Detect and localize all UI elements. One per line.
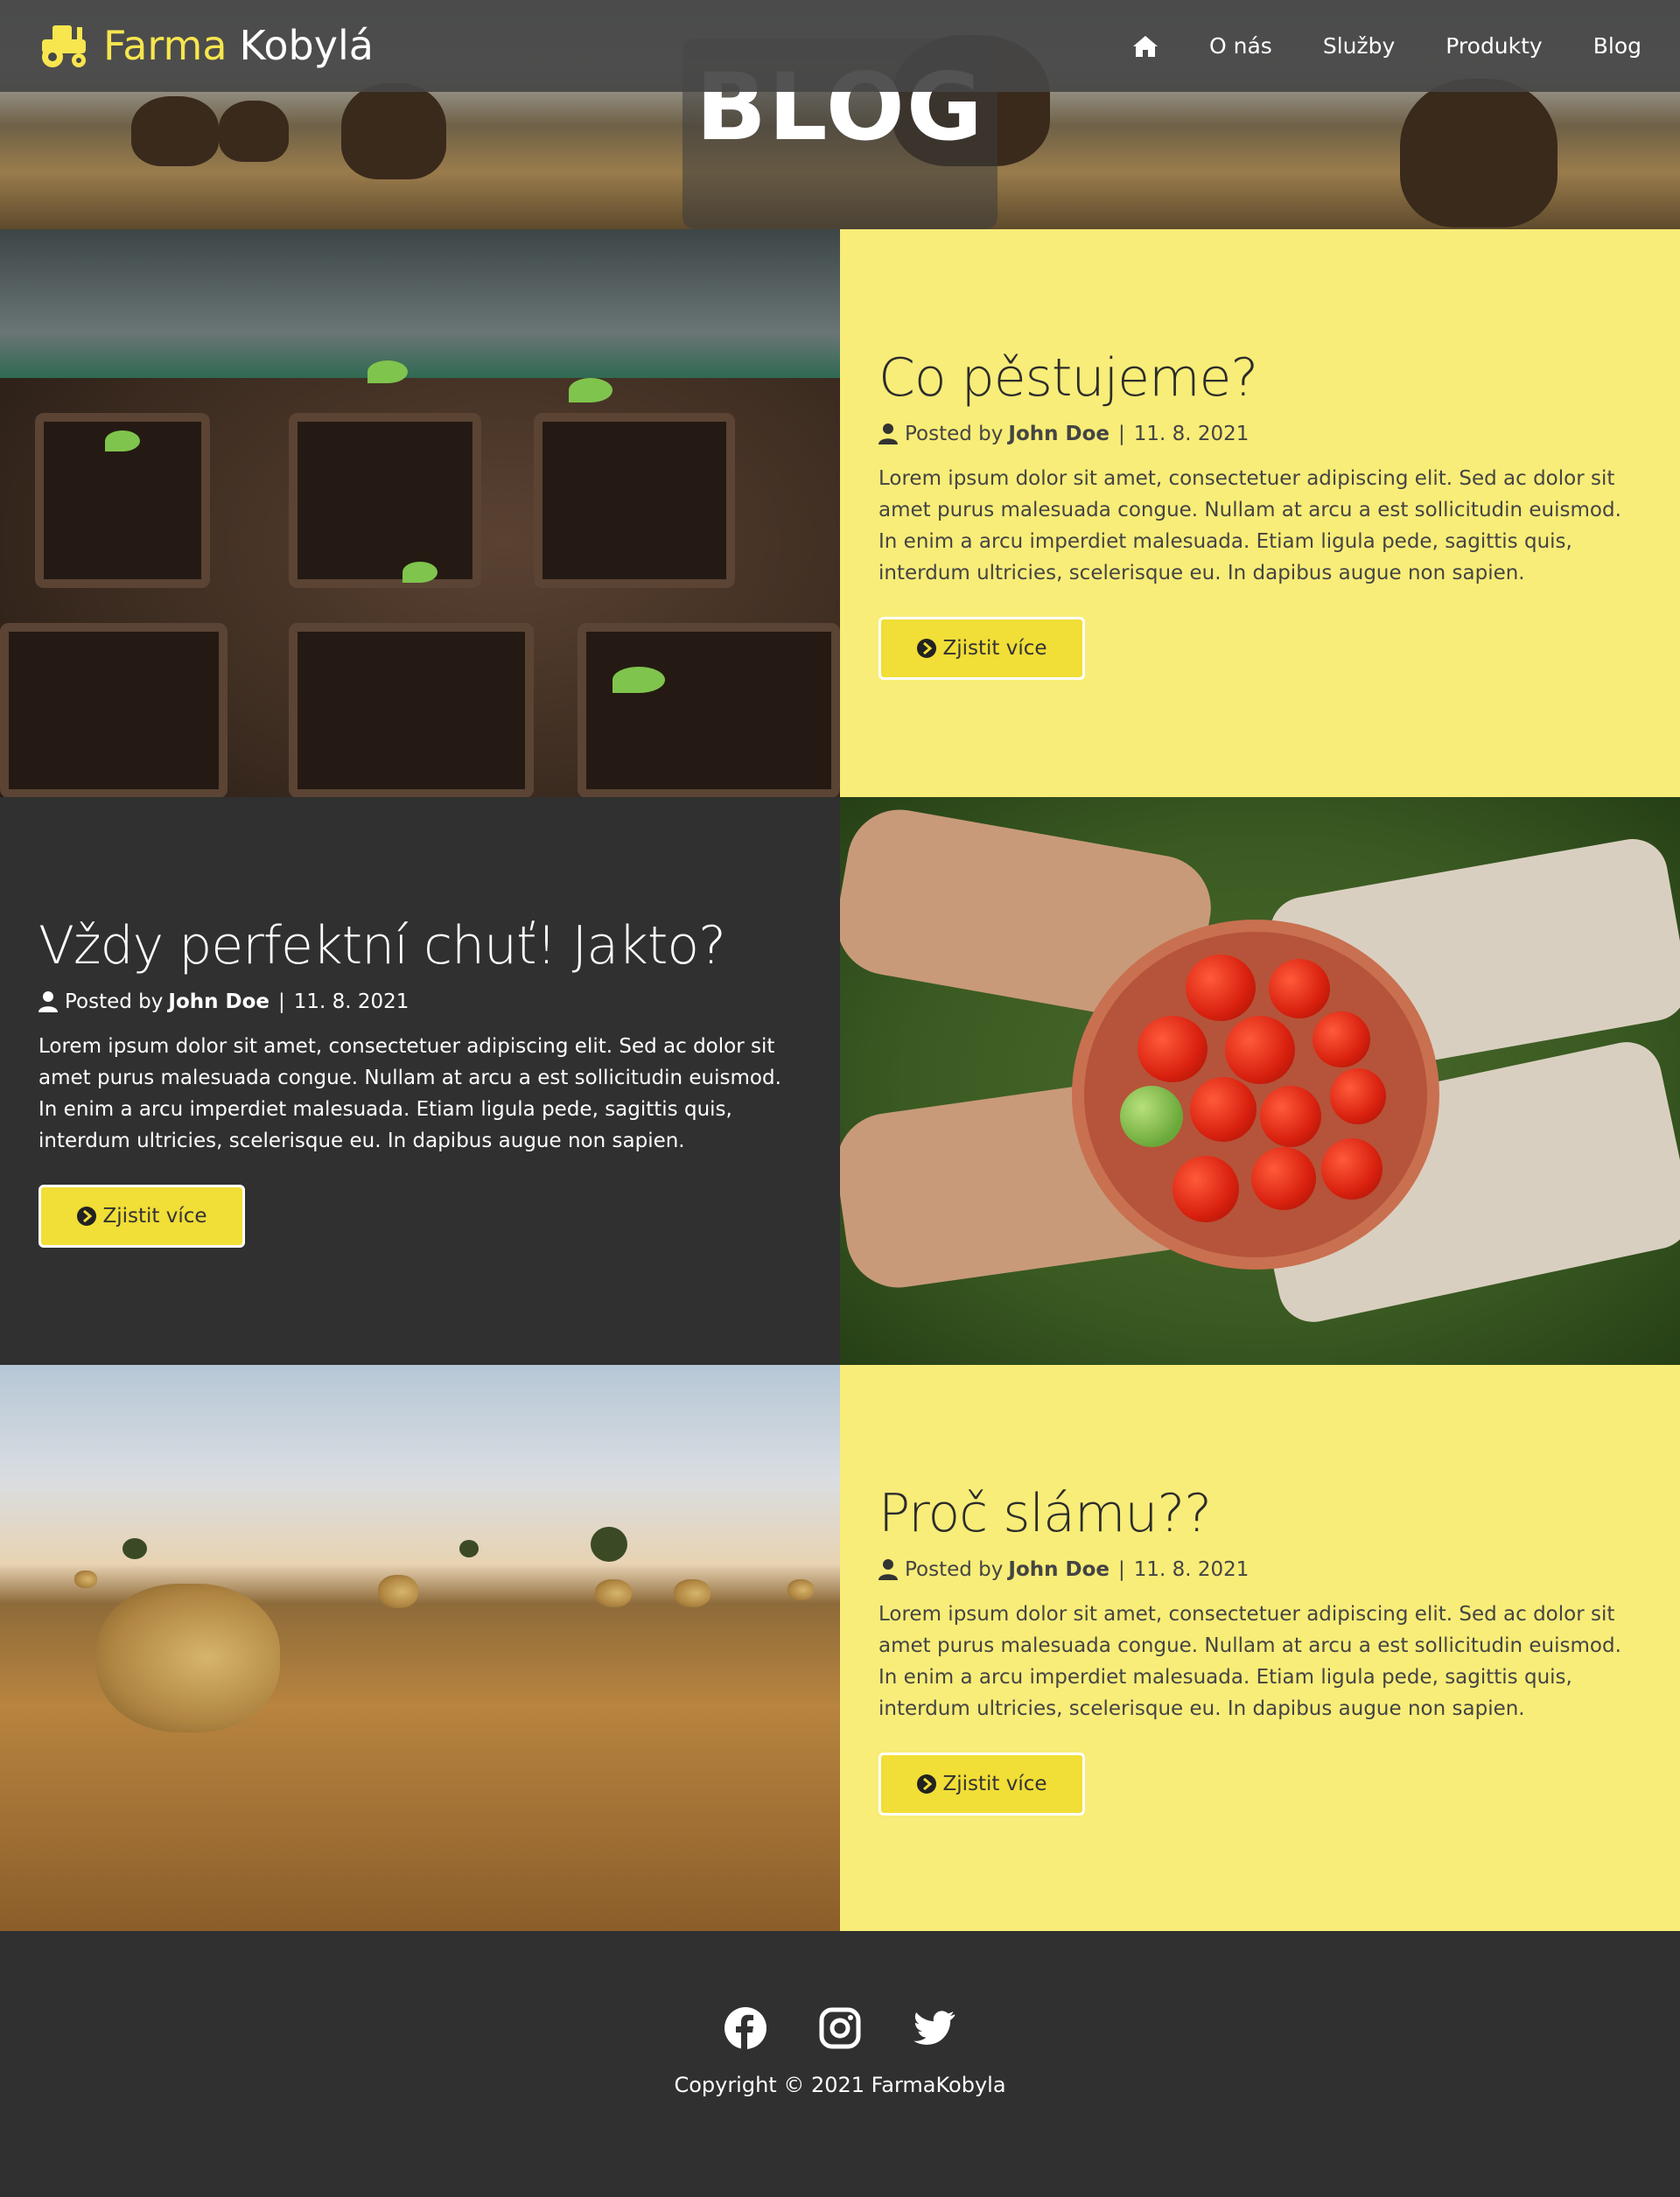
tomato [1321, 1138, 1382, 1200]
post-excerpt: Lorem ipsum dolor sit amet, consectetuer… [878, 1602, 1621, 1720]
instagram-icon[interactable] [818, 2006, 862, 2050]
sprout [368, 360, 408, 383]
tomato [1138, 1016, 1208, 1082]
soil-cell [0, 623, 228, 797]
post-author: John Doe [1008, 1557, 1110, 1581]
post-title[interactable]: Proč slámu?? [878, 1483, 1642, 1544]
facebook-icon[interactable] [724, 2006, 767, 2050]
read-more-label: Zjistit více [942, 636, 1047, 660]
post-date: 11. 8. 2021 [293, 990, 410, 1013]
hay-bale [674, 1579, 710, 1607]
post-meta: Posted by John Doe | 11. 8. 2021 [38, 990, 802, 1013]
posted-by-label: Posted by [905, 1557, 1004, 1581]
hay-bale [378, 1575, 418, 1608]
read-more-button[interactable]: Zjistit více [878, 616, 1085, 680]
post-author: John Doe [168, 990, 270, 1013]
hay-bale [96, 1584, 280, 1732]
soil-cell [534, 413, 735, 588]
nav-home[interactable] [1132, 35, 1158, 58]
posted-by-label: Posted by [65, 990, 164, 1013]
soil-cell [578, 623, 840, 797]
nav-about[interactable]: O nás [1209, 33, 1272, 59]
post-meta: Posted by John Doe | 11. 8. 2021 [878, 1558, 1642, 1581]
soil-cell [289, 413, 481, 588]
tomato [1330, 1068, 1386, 1124]
tomato [1225, 1016, 1295, 1084]
nav-blog[interactable]: Blog [1593, 33, 1642, 59]
sprout [402, 562, 438, 583]
post-title[interactable]: Vždy perfektní chuť! Jakto? [38, 915, 802, 976]
brand-logo[interactable]: Farma Kobylá [38, 19, 374, 72]
copyright-text: Copyright © 2021 FarmaKobyla [674, 2073, 1006, 2097]
tree [591, 1527, 627, 1562]
tomato [1172, 1156, 1239, 1222]
tractor-icon [42, 25, 86, 67]
hay-field-photo [0, 1365, 840, 1933]
tomatoes-photo [840, 797, 1680, 1365]
post-author: John Doe [1008, 422, 1110, 445]
blog-post-row: Co pěstujeme? Posted by John Doe | 11. 8… [0, 229, 1680, 797]
tomato [1260, 1086, 1321, 1147]
tree [459, 1540, 479, 1557]
post-meta: Posted by John Doe | 11. 8. 2021 [878, 423, 1642, 445]
hay-bale [74, 1571, 97, 1588]
footer: Copyright © 2021 FarmaKobyla [0, 1931, 1680, 2197]
post-panel: Co pěstujeme? Posted by John Doe | 11. 8… [840, 229, 1680, 797]
meta-separator: | [1118, 422, 1125, 445]
nav-products[interactable]: Produkty [1446, 33, 1542, 59]
soil-cell [289, 623, 534, 797]
tomato [1312, 1011, 1370, 1067]
twitter-icon[interactable] [913, 2006, 956, 2050]
blog-post-row: Vždy perfektní chuť! Jakto? Posted by Jo… [0, 797, 1680, 1365]
main-nav: O nás Služby Produkty Blog [1082, 0, 1642, 92]
brand-name-highlight: Farma [103, 22, 228, 69]
post-panel: Proč slámu?? Posted by John Doe | 11. 8.… [840, 1365, 1680, 1933]
post-excerpt: Lorem ipsum dolor sit amet, consectetuer… [878, 466, 1621, 584]
meta-separator: | [278, 990, 285, 1013]
post-panel: Vždy perfektní chuť! Jakto? Posted by Jo… [0, 797, 840, 1365]
chevron-circle-right-icon [917, 638, 937, 658]
chevron-circle-right-icon [917, 1774, 937, 1794]
meta-separator: | [1118, 1557, 1125, 1581]
post-date: 11. 8. 2021 [1133, 422, 1250, 445]
tomato [1269, 959, 1330, 1018]
read-more-label: Zjistit více [102, 1204, 207, 1228]
tomato [1251, 1147, 1316, 1210]
chevron-circle-right-icon [77, 1206, 97, 1226]
user-icon [878, 423, 898, 444]
read-more-label: Zjistit více [942, 1772, 1047, 1795]
sprout [569, 378, 612, 402]
seedlings-photo [0, 229, 840, 797]
blog-post-row: Proč slámu?? Posted by John Doe | 11. 8.… [0, 1365, 1680, 1933]
nav-services[interactable]: Služby [1323, 33, 1395, 59]
posted-by-label: Posted by [905, 422, 1004, 445]
tomato [1186, 955, 1256, 1021]
post-date: 11. 8. 2021 [1133, 1557, 1250, 1581]
user-icon [878, 1558, 898, 1580]
tomato [1120, 1086, 1183, 1147]
post-title[interactable]: Co pěstujeme? [878, 347, 1642, 409]
brand-name-rest: Kobylá [239, 22, 374, 69]
tree [122, 1538, 147, 1559]
sprout [612, 667, 665, 693]
sprout [105, 430, 140, 451]
home-icon [1133, 35, 1158, 57]
read-more-button[interactable]: Zjistit více [878, 1752, 1085, 1816]
hay-bale [595, 1579, 632, 1607]
read-more-button[interactable]: Zjistit více [38, 1184, 245, 1248]
hay-bale [788, 1579, 814, 1600]
greenhouse-background [0, 229, 840, 378]
tomato [1190, 1077, 1256, 1142]
post-excerpt: Lorem ipsum dolor sit amet, consectetuer… [38, 1034, 781, 1152]
social-links [0, 2006, 1680, 2050]
navbar: Farma Kobylá O nás Služby Produkty Blog [0, 0, 1680, 92]
user-icon [38, 990, 58, 1012]
